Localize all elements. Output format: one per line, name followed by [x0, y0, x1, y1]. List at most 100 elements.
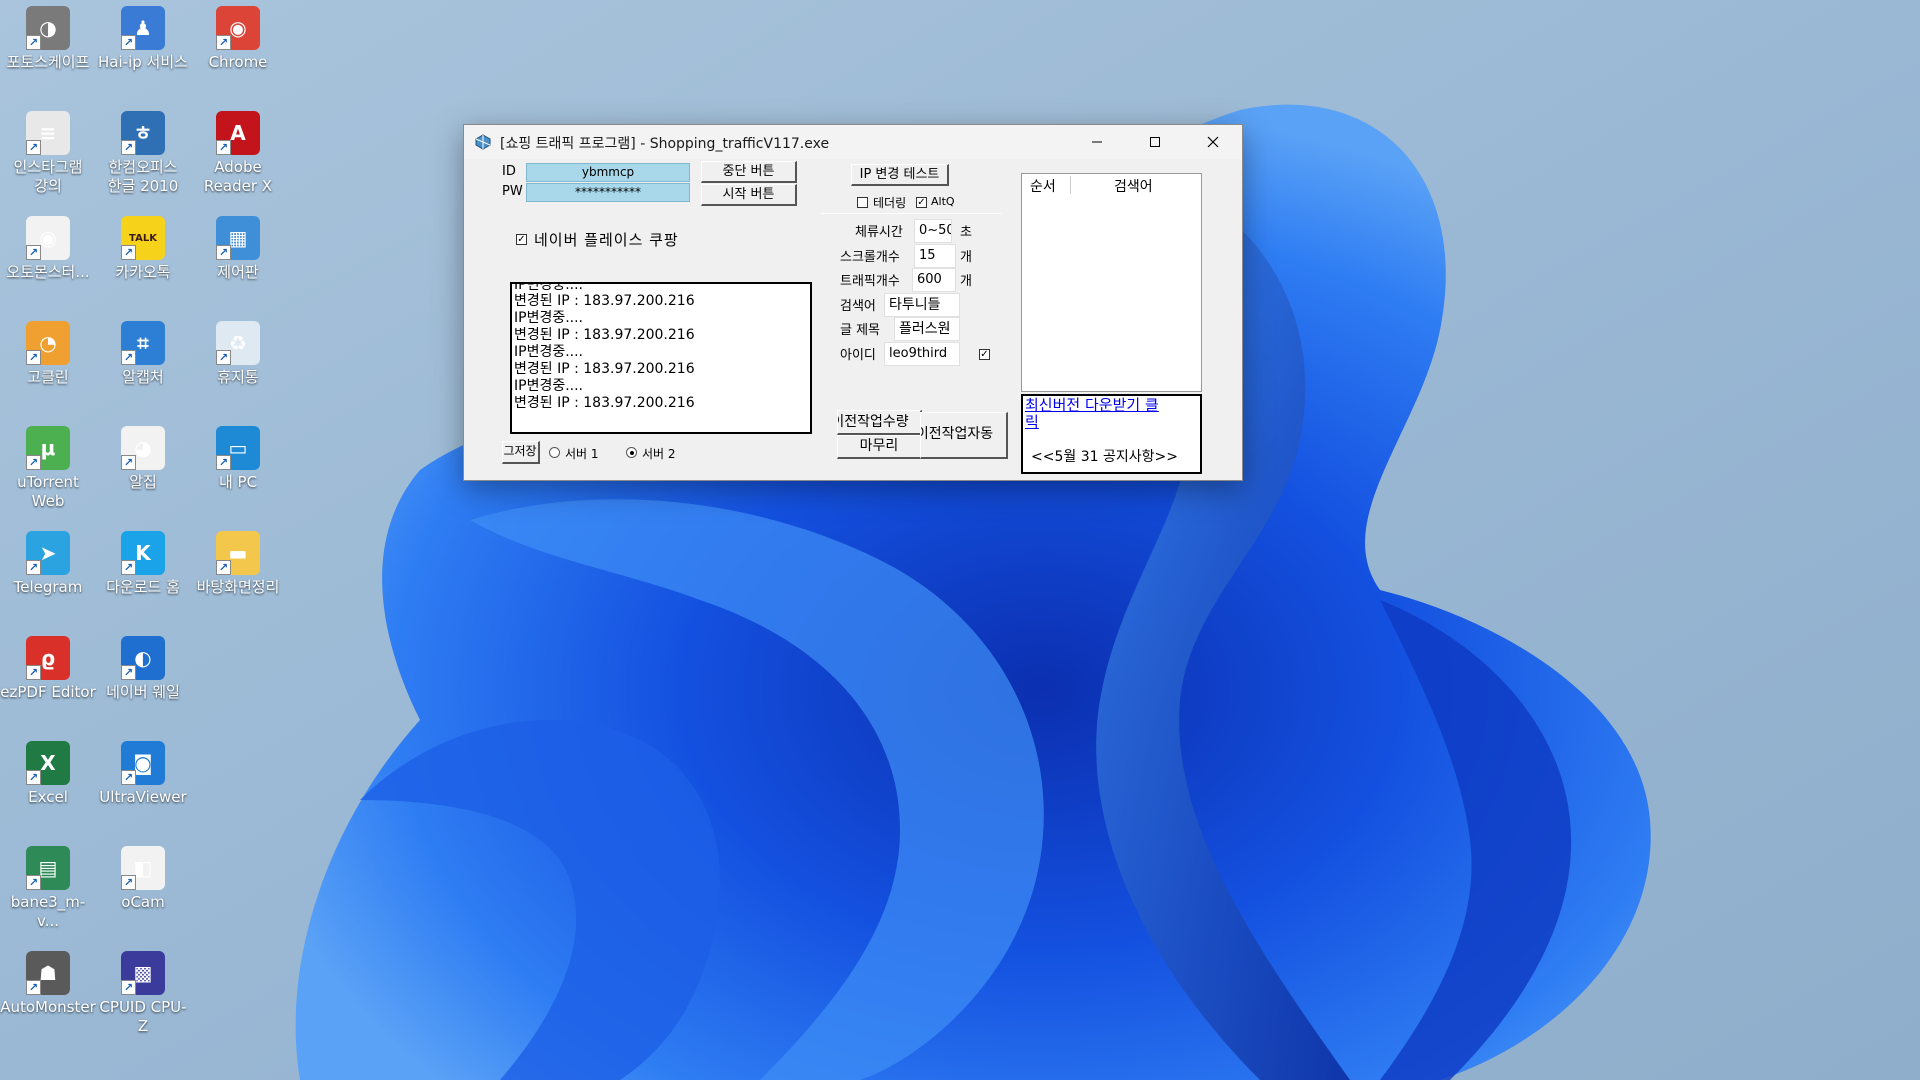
desktop-icon[interactable]: ☗ ↗ AutoMonster: [0, 951, 96, 1017]
ip-change-test-button[interactable]: IP 변경 테스트: [851, 164, 949, 186]
start-button[interactable]: 시작 버튼: [701, 184, 797, 206]
desktop-icon[interactable]: ▤ ↗ bane3_m-v...: [0, 846, 96, 931]
id-field[interactable]: ybmmcp: [526, 163, 690, 182]
desktop-icon[interactable]: ◐ ↗ 네이버 웨일: [95, 636, 191, 702]
desktop-icon[interactable]: ▭ ↗ 내 PC: [190, 426, 286, 492]
post-title-field[interactable]: 플러스원: [894, 317, 960, 341]
download-home-icon: K ↗: [121, 531, 165, 575]
desktop-icon[interactable]: ◑ ↗ 포토스케이프: [0, 6, 96, 72]
minimize-button[interactable]: [1068, 125, 1126, 159]
desktop-icon[interactable]: ◉ ↗ Chrome: [190, 6, 286, 72]
pw-field[interactable]: ***********: [526, 183, 690, 202]
excel-icon: X ↗: [26, 741, 70, 785]
icon-glyph: K: [135, 540, 151, 565]
desktop-icon[interactable]: μ ↗ uTorrent Web: [0, 426, 96, 511]
platforms-checkbox[interactable]: ✓: [516, 234, 527, 245]
notice-text: <<5월 31 공지사항>>: [1031, 449, 1178, 465]
alzip-icon: ◕ ↗: [121, 426, 165, 470]
shortcut-arrow-icon: ↗: [26, 770, 41, 785]
desktop-icon[interactable]: ▩ ↗ CPUID CPU-Z: [95, 951, 191, 1036]
desktop-icon-label: Excel: [28, 788, 68, 806]
desktop-icon-label: AutoMonster: [0, 998, 96, 1016]
tethering-label: 테더링: [873, 196, 907, 210]
prev-work-count-button[interactable]: 이전작업수량: [837, 410, 922, 435]
desktop-icon[interactable]: ◕ ↗ 알집: [95, 426, 191, 492]
icon-glyph: ϱ: [40, 645, 56, 670]
log-output[interactable]: IP변경중.... 변경된 IP : 183.97.200.216 IP변경중..…: [510, 282, 812, 434]
icon-glyph: ㅎ: [133, 120, 153, 145]
desktop-icon-label: CPUID CPU-Z: [99, 998, 187, 1035]
close-button[interactable]: [1184, 125, 1242, 159]
user-id-label: 아이디: [840, 348, 876, 363]
close-icon: [1207, 136, 1219, 148]
user-id-checkbox[interactable]: ✓: [979, 349, 990, 360]
icon-glyph: ◉: [229, 15, 247, 40]
desktop-icon[interactable]: ➤ ↗ Telegram: [0, 531, 96, 597]
desktop-icon[interactable]: ◉ ↗ 오토몬스터...: [0, 216, 96, 282]
desktop-icon[interactable]: ▬ ↗ 바탕화면정리: [190, 531, 286, 597]
altq-checkbox[interactable]: ✓: [916, 197, 927, 208]
stop-button[interactable]: 중단 버튼: [701, 161, 797, 183]
desktop-icon[interactable]: TALK ↗ 카카오톡: [95, 216, 191, 282]
ultraviewer-icon: ◙ ↗: [121, 741, 165, 785]
traffic-count-field[interactable]: 600: [912, 268, 956, 292]
shortcut-arrow-icon: ↗: [121, 560, 136, 575]
divider: [821, 213, 1001, 214]
shortcut-arrow-icon: ↗: [121, 35, 136, 50]
keyword-field[interactable]: 타투니들: [884, 293, 960, 317]
desktop-icon-label: UltraViewer: [99, 788, 187, 806]
desktop-icon-label: ezPDF Editor: [0, 683, 96, 701]
desktop-icon[interactable]: ◧ ↗ oCam: [95, 846, 191, 912]
desktop-icon[interactable]: ◙ ↗ UltraViewer: [95, 741, 191, 807]
log-save-button[interactable]: 로그저장: [502, 441, 540, 464]
keyword-label: 검색어: [840, 299, 876, 314]
desktop-icon-label: Adobe Reader X: [203, 158, 273, 195]
desktop-icon[interactable]: ㅎ ↗ 한컴오피스 한글 2010: [95, 111, 191, 196]
icon-glyph: ▩: [133, 960, 153, 985]
icon-glyph: ▤: [38, 855, 58, 880]
prev-work-auto-button[interactable]: 이전작업자동: [920, 412, 1008, 459]
desktop-icon-label: 바탕화면정리: [196, 578, 280, 596]
traffic-count-label: 트래픽개수: [840, 274, 900, 289]
server2-radio[interactable]: [626, 447, 637, 458]
shortcut-arrow-icon: ↗: [26, 35, 41, 50]
desktop-icon[interactable]: ≡ ↗ 인스타그램 강의: [0, 111, 96, 196]
keyword-list[interactable]: 순서 검색어: [1021, 173, 1202, 392]
desktop-icon[interactable]: ϱ ↗ ezPDF Editor: [0, 636, 96, 702]
alcapture-icon: ⌗ ↗: [121, 321, 165, 365]
desktop-icon[interactable]: X ↗ Excel: [0, 741, 96, 807]
desktop-icon[interactable]: ◔ ↗ 고클린: [0, 321, 96, 387]
desktop-icon[interactable]: ♟ ↗ Hai-ip 서비스: [95, 6, 191, 72]
maximize-icon: [1150, 137, 1160, 147]
log-line: IP변경중....: [514, 310, 584, 326]
desktop-icon[interactable]: K ↗ 다운로드 홈: [95, 531, 191, 597]
desktop-icon[interactable]: A ↗ Adobe Reader X: [190, 111, 286, 196]
title-bar[interactable]: [쇼핑 트래픽 프로그램] - Shopping_trafficV117.exe: [464, 125, 1242, 159]
server2-label: 서버 2: [642, 447, 676, 461]
icon-glyph: ◔: [39, 330, 57, 355]
finish-button[interactable]: 마무리: [837, 435, 922, 459]
automonster-icon: ☗ ↗: [26, 951, 70, 995]
download-latest-link[interactable]: 최신버전 다운받기 클릭: [1025, 397, 1165, 431]
pw-label: PW: [502, 184, 523, 199]
shortcut-arrow-icon: ↗: [216, 35, 231, 50]
log-line: 변경된 IP : 183.97.200.216: [514, 361, 695, 377]
folder-icon: ▬ ↗: [216, 531, 260, 575]
user-id-field[interactable]: leo9third: [884, 342, 960, 366]
scroll-count-field[interactable]: 15: [914, 244, 956, 268]
maximize-button[interactable]: [1126, 125, 1184, 159]
stay-time-field[interactable]: 0~50: [914, 219, 952, 243]
id-label: ID: [502, 164, 516, 179]
shopping-traffic-window: [쇼핑 트래픽 프로그램] - Shopping_trafficV117.exe…: [463, 124, 1243, 481]
icon-glyph: ◙: [133, 750, 153, 775]
desktop-icon[interactable]: ▦ ↗ 제어판: [190, 216, 286, 282]
tethering-checkbox[interactable]: [857, 197, 868, 208]
cpuz-icon: ▩ ↗: [121, 951, 165, 995]
desktop-icon-label: oCam: [121, 893, 165, 911]
server1-radio[interactable]: [549, 447, 560, 458]
desktop-icon-label: 제어판: [217, 263, 259, 281]
icon-glyph: ▬: [228, 540, 248, 565]
altq-label: AltQ: [931, 195, 955, 208]
desktop-icon[interactable]: ♻ ↗ 휴지통: [190, 321, 286, 387]
desktop-icon[interactable]: ⌗ ↗ 알캡처: [95, 321, 191, 387]
